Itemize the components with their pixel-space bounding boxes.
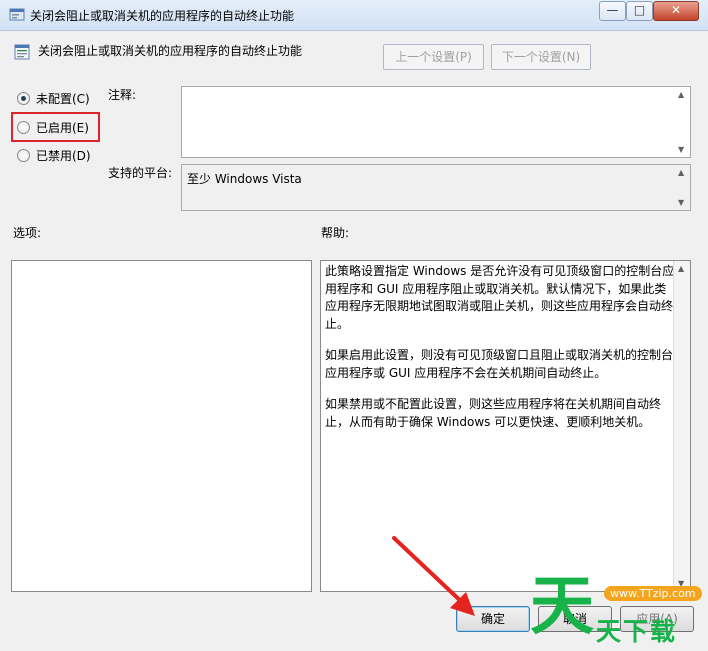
previous-setting-button[interactable]: 上一个设置(P) [383, 44, 484, 70]
platform-field: 至少 Windows Vista ▲ ▼ [181, 164, 691, 211]
policy-setting-icon [14, 44, 30, 60]
watermark-site: www.TTzip.com [604, 586, 702, 601]
help-label: 帮助: [321, 226, 350, 240]
platform-value: 至少 Windows Vista [187, 172, 302, 186]
comment-label: 注释: [108, 88, 137, 102]
radio-disabled[interactable]: 已禁用(D) [17, 147, 91, 164]
watermark-logo: 天 www.TTzip.com 天下载 [530, 572, 705, 648]
annotation-arrow [392, 536, 475, 616]
scroll-up-icon[interactable]: ▲ [678, 264, 684, 273]
radio-label: 未配置(C) [36, 92, 90, 106]
scroll-down-icon[interactable]: ▼ [678, 145, 684, 154]
watermark-big-char: 天 [530, 570, 594, 644]
comment-scrollbar[interactable]: ▲ ▼ [674, 87, 690, 157]
help-paragraph: 此策略设置指定 Windows 是否允许没有可见顶级窗口的控制台应用程序和 GU… [325, 264, 675, 331]
radio-not-configured[interactable]: 未配置(C) [17, 90, 90, 107]
help-text: 此策略设置指定 Windows 是否允许没有可见顶级窗口的控制台应用程序和 GU… [325, 263, 676, 445]
policy-window-icon [9, 8, 25, 21]
window-title: 关闭会阻止或取消关机的应用程序的自动终止功能 [30, 9, 295, 23]
next-setting-button[interactable]: 下一个设置(N) [491, 44, 591, 70]
watermark-brand: 天下载 [596, 617, 678, 646]
options-label: 选项: [13, 226, 42, 240]
scroll-up-icon[interactable]: ▲ [678, 168, 684, 177]
radio-button[interactable] [17, 92, 30, 105]
help-panel: 此策略设置指定 Windows 是否允许没有可见顶级窗口的控制台应用程序和 GU… [320, 260, 691, 592]
scroll-down-icon[interactable]: ▼ [678, 198, 684, 207]
help-scrollbar[interactable]: ▲ ▼ [673, 261, 690, 591]
close-button[interactable]: ✕ [653, 1, 699, 21]
platform-scrollbar[interactable]: ▲ ▼ [674, 165, 690, 210]
platform-label: 支持的平台: [108, 166, 173, 180]
policy-name: 关闭会阻止或取消关机的应用程序的自动终止功能 [38, 44, 303, 58]
minimize-button[interactable]: — [599, 1, 626, 21]
highlight-box [11, 112, 100, 142]
comment-textarea[interactable]: ▲ ▼ [181, 86, 691, 158]
scroll-up-icon[interactable]: ▲ [678, 90, 684, 99]
title-bar: 关闭会阻止或取消关机的应用程序的自动终止功能 — □ ✕ [0, 0, 708, 31]
options-panel [11, 260, 312, 592]
help-paragraph: 如果启用此设置，则没有可见顶级窗口且阻止或取消关机的控制台应用程序或 GUI 应… [325, 348, 674, 380]
help-paragraph: 如果禁用或不配置此设置，则这些应用程序将在关机期间自动终止，从而有助于确保 Wi… [325, 397, 662, 429]
radio-label: 已禁用(D) [36, 149, 91, 163]
radio-button[interactable] [17, 149, 30, 162]
maximize-button[interactable]: □ [626, 1, 653, 21]
